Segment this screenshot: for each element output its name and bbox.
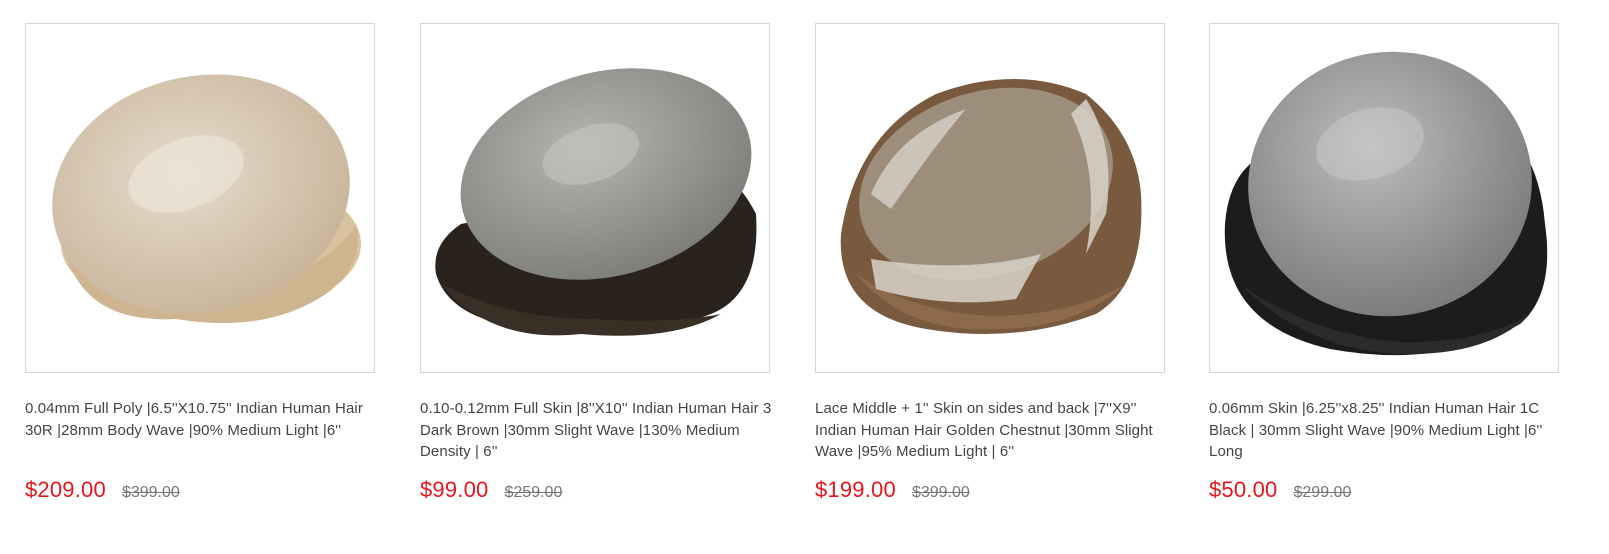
original-price: $299.00 (1293, 484, 1352, 501)
original-price: $399.00 (121, 484, 180, 501)
sale-price: $99.00 (420, 477, 489, 502)
product-title[interactable]: 0.06mm Skin |6.25''x8.25'' Indian Human … (1209, 398, 1559, 463)
price-row: $99.00 $259.00 (420, 477, 562, 503)
product-card[interactable]: Lace Middle + 1'' Skin on sides and back… (815, 23, 1167, 502)
original-price: $259.00 (504, 484, 563, 501)
hair-system-icon (52, 74, 361, 324)
product-card[interactable]: 0.06mm Skin |6.25''x8.25'' Indian Human … (1209, 23, 1559, 502)
product-image-link[interactable] (815, 23, 1165, 373)
price-row: $50.00 $299.00 (1209, 477, 1351, 503)
sale-price: $199.00 (815, 477, 896, 502)
product-title[interactable]: 0.10-0.12mm Full Skin |8''X10'' Indian H… (420, 398, 772, 463)
product-title[interactable]: 0.04mm Full Poly |6.5''X10.75'' Indian H… (25, 398, 377, 441)
sale-price: $209.00 (25, 477, 106, 502)
sale-price: $50.00 (1209, 477, 1278, 502)
price-row: $199.00 $399.00 (815, 477, 970, 503)
product-image-link[interactable] (1209, 23, 1559, 373)
product-image-link[interactable] (420, 23, 770, 373)
product-card[interactable]: 0.04mm Full Poly |6.5''X10.75'' Indian H… (25, 23, 377, 502)
hair-system-icon (840, 79, 1142, 334)
product-card[interactable]: 0.10-0.12mm Full Skin |8''X10'' Indian H… (420, 23, 772, 502)
hair-system-icon (435, 68, 757, 336)
original-price: $399.00 (911, 484, 970, 501)
product-image-link[interactable] (25, 23, 375, 373)
price-row: $209.00 $399.00 (25, 477, 180, 503)
hair-system-icon (1224, 51, 1548, 356)
product-title[interactable]: Lace Middle + 1'' Skin on sides and back… (815, 398, 1167, 463)
